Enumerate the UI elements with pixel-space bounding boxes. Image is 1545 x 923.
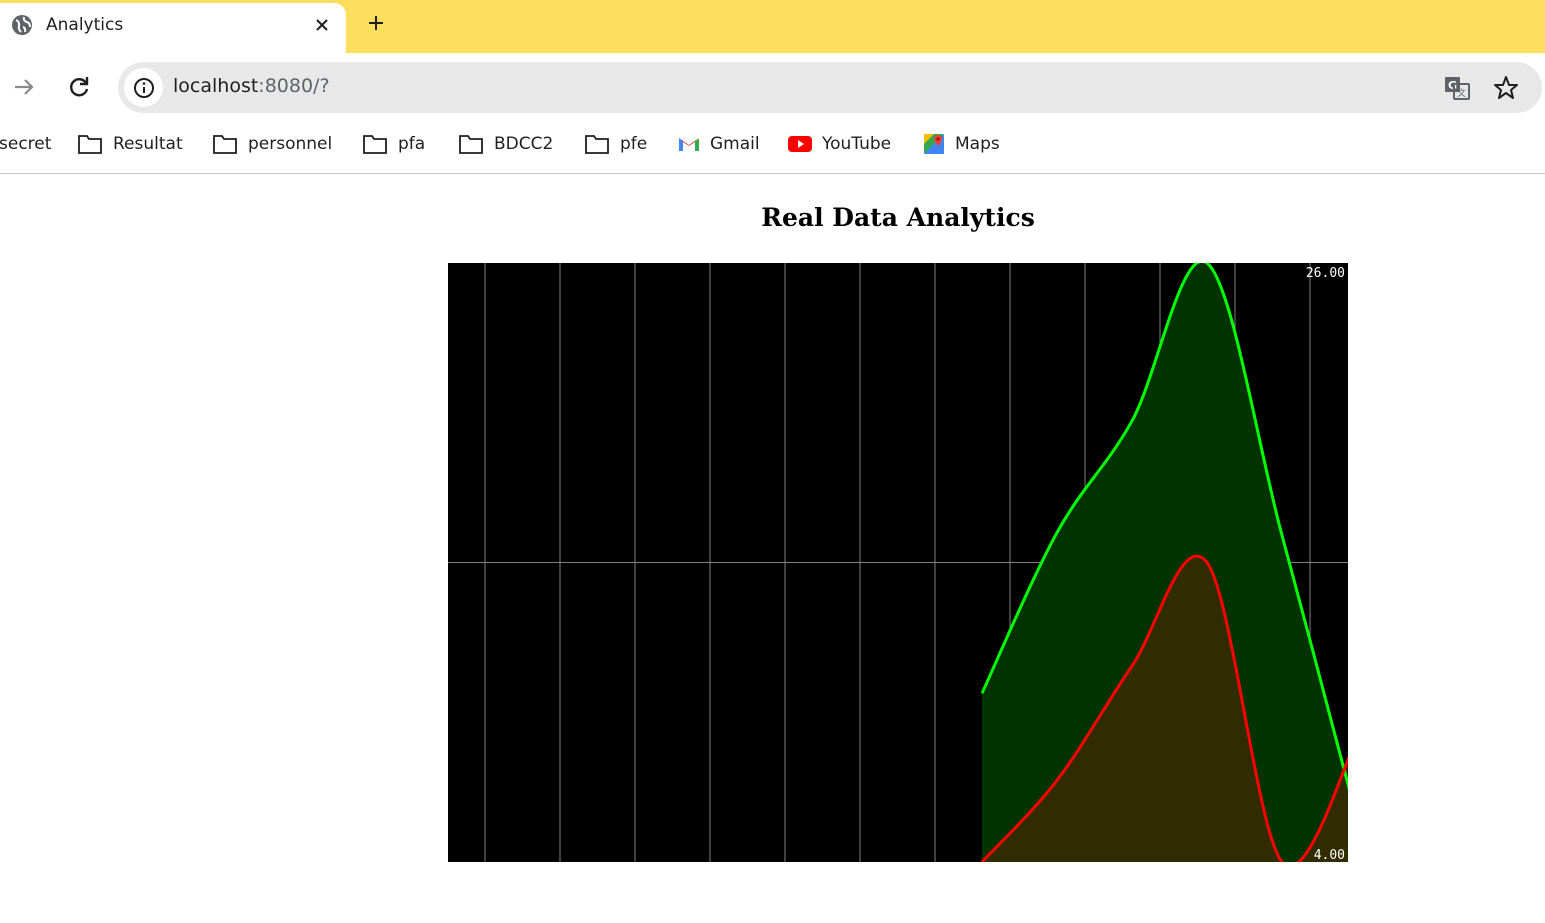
bookmark-label: Maps [955,134,1000,154]
bookmark-secret[interactable]: secret [0,131,51,157]
url-text[interactable]: localhost:8080/? [173,75,330,97]
bookmark-resultat[interactable]: Resultat [77,131,183,157]
reload-icon[interactable] [65,73,93,101]
bookmark-label: Gmail [710,134,760,154]
bookmark-label: pfe [620,134,648,154]
close-icon[interactable] [309,12,335,38]
bookmark-pfe[interactable]: pfe [584,131,647,157]
bookmark-youtube[interactable]: YouTube [788,131,891,157]
folder-icon [78,135,102,154]
bookmark-label: secret [0,134,52,154]
folder-icon [585,135,609,154]
new-tab-button[interactable] [362,9,390,37]
bookmark-personnel[interactable]: personnel [212,131,332,157]
youtube-icon [788,136,812,152]
tab-title: Analytics [46,15,124,35]
y-max-label: 26.00 [1306,266,1345,281]
bookmark-maps[interactable]: Maps [923,131,1000,157]
chart-svg: 26.00 4.00 [448,263,1348,862]
folder-icon [213,135,237,154]
bookmark-label: YouTube [822,134,892,154]
bookmark-pfa[interactable]: pfa [362,131,425,157]
bookmark-label: Resultat [113,134,183,154]
bookmark-gmail[interactable]: Gmail [678,131,760,157]
tab-strip: Analytics [0,0,1545,53]
tab-analytics[interactable]: Analytics [0,3,346,53]
info-icon[interactable] [124,68,163,107]
svg-text:G: G [1448,79,1457,92]
svg-text:文: 文 [1457,87,1466,99]
address-bar[interactable]: localhost:8080/? G文 [118,62,1542,113]
bookmark-bdcc2[interactable]: BDCC2 [458,131,553,157]
bookmark-label: BDCC2 [494,134,554,154]
maps-icon [924,134,944,154]
analytics-chart: 26.00 4.00 [448,263,1348,862]
url-host: localhost [173,75,259,97]
page-title: Real Data Analytics [761,203,1035,232]
bookmark-label: personnel [248,134,333,154]
bookmark-star-icon[interactable] [1492,74,1520,102]
forward-arrow-icon[interactable] [10,73,38,101]
folder-icon [459,135,483,154]
bookmarks-bar: secret Resultat personnel pfa BDCC2 pfe … [0,119,1545,174]
y-min-label: 4.00 [1314,848,1345,862]
url-path: :8080/? [258,75,330,97]
bookmark-label: pfa [398,134,426,154]
translate-icon[interactable]: G文 [1443,74,1471,102]
folder-icon [363,135,387,154]
gmail-icon [679,138,699,151]
globe-icon [11,14,33,36]
toolbar: localhost:8080/? G文 [0,53,1545,119]
